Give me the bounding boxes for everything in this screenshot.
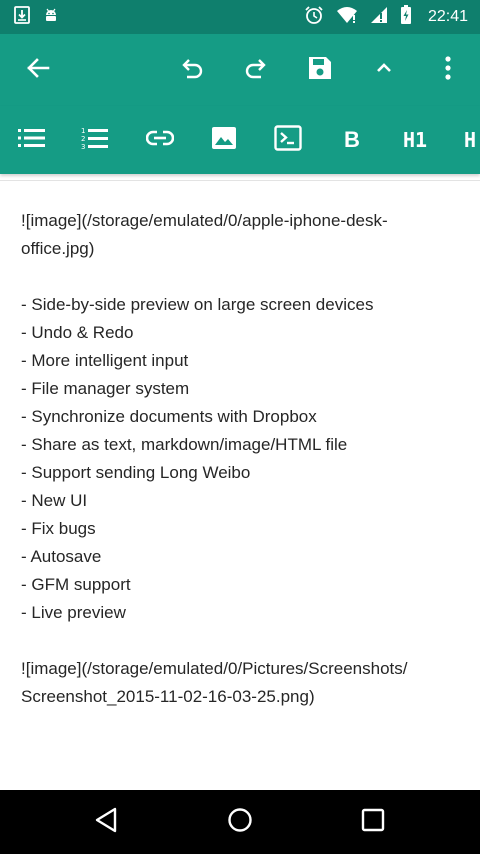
- editor-line: - Share as text, markdown/image/HTML fil…: [21, 435, 348, 454]
- wifi-icon: [336, 6, 358, 28]
- collapse-button[interactable]: [360, 34, 408, 106]
- editor-line: - Synchronize documents with Dropbox: [21, 407, 317, 426]
- back-triangle-icon: [94, 807, 118, 837]
- editor-line: - Undo & Redo: [21, 323, 134, 342]
- editor-line: - Support sending Long Weibo: [21, 463, 251, 482]
- svg-text:3: 3: [81, 143, 85, 150]
- editor-line: ![image](/storage/emulated/0/apple-iphon…: [21, 211, 388, 230]
- undo-button[interactable]: [168, 34, 216, 106]
- link-icon: [145, 130, 175, 150]
- bulleted-list-icon: [18, 127, 46, 153]
- heading2-button[interactable]: H: [456, 106, 480, 174]
- numbered-list-button[interactable]: 123: [71, 106, 119, 174]
- editor-line: - New UI: [21, 491, 88, 510]
- format-toolbar: 123 B H1 H: [0, 106, 480, 174]
- editor-line: - Side-by-side preview on large screen d…: [21, 295, 374, 314]
- recents-square-icon: [361, 808, 385, 836]
- back-button[interactable]: [14, 34, 62, 106]
- svg-text:2: 2: [81, 135, 85, 143]
- status-time: 22:41: [427, 8, 468, 25]
- bold-label: B: [344, 127, 360, 152]
- editor-top-divider: [0, 180, 480, 181]
- battery-icon: [400, 5, 412, 29]
- save-button[interactable]: [296, 34, 344, 106]
- bold-button[interactable]: B: [328, 106, 376, 174]
- android-debug-icon: [42, 6, 60, 28]
- save-icon: [307, 55, 333, 85]
- chevron-up-icon: [373, 57, 395, 83]
- bulleted-list-button[interactable]: [8, 106, 56, 174]
- nav-home-button[interactable]: [208, 790, 272, 854]
- redo-button[interactable]: [232, 34, 280, 106]
- navigation-bar: [0, 790, 480, 854]
- download-icon: [14, 6, 30, 28]
- editor-line: - File manager system: [21, 379, 190, 398]
- top-toolbar: [0, 34, 480, 106]
- editor-line: - More intelligent input: [21, 351, 189, 370]
- nav-recents-button[interactable]: [341, 790, 405, 854]
- status-right: 22:41: [304, 5, 468, 29]
- status-left: [14, 6, 60, 28]
- editor-line: Screenshot_2015-11-02-16-03-25.png): [21, 687, 315, 706]
- insert-code-button[interactable]: [264, 106, 312, 174]
- more-vert-icon: [444, 56, 452, 84]
- editor-line: - Autosave: [21, 547, 102, 566]
- insert-link-button[interactable]: [136, 106, 184, 174]
- redo-icon: [243, 55, 269, 85]
- markdown-editor[interactable]: ![image](/storage/emulated/0/apple-iphon…: [21, 207, 471, 711]
- image-icon: [211, 126, 237, 154]
- nav-back-button[interactable]: [74, 790, 138, 854]
- numbered-list-icon: 123: [81, 126, 109, 154]
- alarm-icon: [304, 5, 324, 29]
- heading1-label: H1: [402, 128, 428, 152]
- heading2-label: H: [464, 128, 477, 152]
- editor-line: office.jpg): [21, 239, 95, 258]
- home-circle-icon: [227, 807, 253, 837]
- editor-line: - GFM support: [21, 575, 131, 594]
- status-bar: 22:41: [0, 0, 480, 34]
- editor-line: ![image](/storage/emulated/0/Pictures/Sc…: [21, 659, 408, 678]
- heading1-button[interactable]: H1: [391, 106, 439, 174]
- insert-image-button[interactable]: [200, 106, 248, 174]
- editor-line: - Fix bugs: [21, 519, 96, 538]
- code-icon: [274, 125, 302, 155]
- signal-icon: [370, 6, 388, 28]
- editor-line: - Live preview: [21, 603, 126, 622]
- overflow-menu-button[interactable]: [424, 34, 472, 106]
- back-arrow-icon: [25, 55, 51, 85]
- undo-icon: [179, 55, 205, 85]
- svg-text:1: 1: [81, 127, 85, 135]
